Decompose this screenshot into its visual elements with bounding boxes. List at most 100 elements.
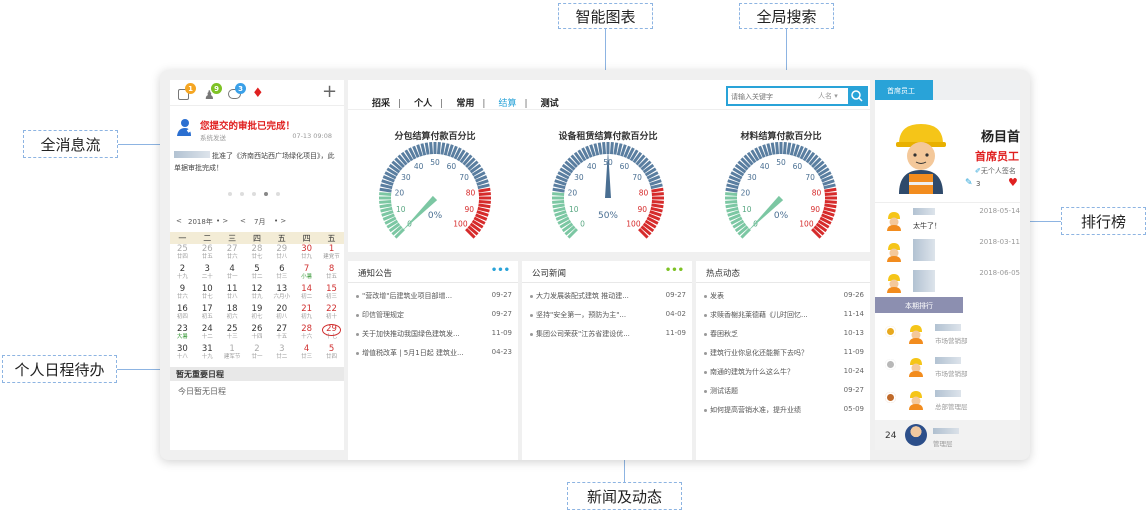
calendar-day[interactable]: 3 二十: [195, 264, 220, 284]
calendar-day[interactable]: 26 十四: [245, 324, 270, 344]
ranking-row[interactable]: 2018-05-14 太牛了！: [875, 205, 1020, 236]
add-icon[interactable]: +: [322, 81, 337, 102]
month-arrows[interactable]: • >: [274, 217, 286, 225]
calendar-day[interactable]: 17 初五: [195, 304, 220, 324]
calendar-day[interactable]: 29 廿八: [269, 244, 294, 264]
edit-icon[interactable]: ✎: [965, 178, 973, 188]
gauge-tick: [823, 206, 836, 213]
more-icon[interactable]: •••: [665, 265, 684, 276]
gauge-tick: [650, 206, 663, 213]
prev-year-button[interactable]: <: [176, 217, 182, 225]
ranking-row[interactable]: 2018-06-05: [875, 267, 1020, 298]
gauge-tick-label: 40: [760, 162, 770, 171]
calendar-day[interactable]: 6 廿三: [269, 264, 294, 284]
list-item[interactable]: 求赎香榭兆莱德藉《儿时回忆... 11-14: [696, 305, 870, 324]
list-item[interactable]: 大力发展装配式建筑 推动建... 09-27: [522, 286, 692, 305]
tab-chief-employee[interactable]: 首席员工: [875, 80, 933, 100]
list-item[interactable]: 南通的建筑为什么这么牛？ 10-24: [696, 362, 870, 381]
ranking-row[interactable]: 2018-03-11: [875, 236, 1020, 267]
gauge-tick: [553, 206, 566, 213]
calendar-day[interactable]: 29 十七: [319, 324, 344, 344]
hot-header: 热点动态: [696, 261, 870, 283]
hot-panel: 热点动态 发表 09-26 求赎香榭兆莱德藉《儿时回忆... 11-14 春困秋乏 10-…: [696, 261, 870, 460]
callout-message-flow: 全消息流: [23, 130, 118, 158]
calendar-day[interactable]: 25 廿四: [170, 244, 195, 264]
calendar-day[interactable]: 22 初十: [319, 304, 344, 324]
calendar-day[interactable]: 4 廿三: [294, 344, 319, 364]
gauges-svg: 01020304050607080901000%0102030405060708…: [379, 142, 837, 239]
list-item[interactable]: 春困秋乏 10-13: [696, 324, 870, 343]
calendar-day[interactable]: 3 廿二: [269, 344, 294, 364]
carousel-dots[interactable]: [228, 192, 288, 198]
list-item[interactable]: 增值税改革 | 5月1日起 建筑业... 04-23: [348, 343, 518, 362]
bell-icon[interactable]: ♦: [252, 86, 264, 101]
more-icon[interactable]: •••: [491, 265, 510, 276]
calendar-day[interactable]: 5 廿四: [319, 344, 344, 364]
calendar-day[interactable]: 23 大暑: [170, 324, 195, 344]
gauge-tick-label: 50: [430, 158, 440, 167]
calendar-day[interactable]: 30 十八: [170, 344, 195, 364]
calendar-day[interactable]: 10 廿七: [195, 284, 220, 304]
calendar-day[interactable]: 21 初九: [294, 304, 319, 324]
calendar-day[interactable]: 15 初三: [319, 284, 344, 304]
calendar-day[interactable]: 2 廿一: [245, 344, 270, 364]
year-arrows[interactable]: • >: [216, 217, 228, 225]
gauge-tick: [478, 203, 491, 209]
calendar-day[interactable]: 26 廿五: [195, 244, 220, 264]
period-row[interactable]: 市场营销部: [875, 351, 1020, 384]
calendar-day[interactable]: 27 廿六: [220, 244, 245, 264]
calendar-day[interactable]: 19 初七: [245, 304, 270, 324]
calendar-day[interactable]: 28 廿七: [245, 244, 270, 264]
heart-icon[interactable]: ♥: [1008, 176, 1018, 189]
list-item[interactable]: 如何提高营销水准，提升业绩 05-09: [696, 400, 870, 419]
calendar-day[interactable]: 4 廿一: [220, 264, 245, 284]
gauge-tick: [552, 187, 565, 193]
gauge-tick: [725, 192, 738, 197]
calendar-day[interactable]: 9 廿六: [170, 284, 195, 304]
calendar-day[interactable]: 12 廿九: [245, 284, 270, 304]
message-time: 07-13 09:08: [292, 132, 332, 140]
list-item[interactable]: 发表 09-26: [696, 286, 870, 305]
calendar-day[interactable]: 31 十九: [195, 344, 220, 364]
year-select[interactable]: 2018年: [188, 217, 213, 227]
calendar-day[interactable]: 27 十五: [269, 324, 294, 344]
gauge-tick: [824, 192, 837, 197]
calendar-day[interactable]: 7 小暑: [294, 264, 319, 284]
list-item[interactable]: 坚持"安全第一，预防为主"... 04-02: [522, 305, 692, 324]
gauge-tick: [726, 206, 739, 213]
period-row[interactable]: 市场营销部: [875, 318, 1020, 351]
message-card[interactable]: 您提交的审批已完成！ 系统发送 07-13 09:08 批准了《济南西站西广场绿…: [170, 108, 344, 198]
list-item[interactable]: 建筑行业你息化还能撕下去吗？ 11-09: [696, 343, 870, 362]
list-item[interactable]: 关于加快推动我国绿色建筑发... 11-09: [348, 324, 518, 343]
period-row[interactable]: 总部管理层: [875, 384, 1020, 417]
calendar-day[interactable]: 8 廿五: [319, 264, 344, 284]
calendar-day[interactable]: 5 廿二: [245, 264, 270, 284]
list-item[interactable]: 测试话题 09-27: [696, 381, 870, 400]
weekday-header: 二: [194, 232, 220, 244]
list-item[interactable]: 印信管理规定 09-27: [348, 305, 518, 324]
list-item[interactable]: 集团公司荣获"江苏省建设优... 11-09: [522, 324, 692, 343]
my-rank-row[interactable]: 24 管理层: [875, 420, 1020, 450]
calendar-day[interactable]: 28 十六: [294, 324, 319, 344]
calendar-day[interactable]: 24 十二: [195, 324, 220, 344]
calendar-day[interactable]: 30 廿九: [294, 244, 319, 264]
month-select[interactable]: 7月: [254, 217, 265, 227]
calendar-day[interactable]: 2 十九: [170, 264, 195, 284]
calendar-day[interactable]: 14 初二: [294, 284, 319, 304]
list-item[interactable]: "营改增"后建筑业项目部增... 09-27: [348, 286, 518, 305]
gauge-tick-label: 100: [799, 219, 814, 228]
calendar-day[interactable]: 1 建军节: [220, 344, 245, 364]
calendar-day[interactable]: 13 六月小: [269, 284, 294, 304]
calendar-day[interactable]: 20 初八: [269, 304, 294, 324]
gauge-tick-label: 70: [459, 173, 469, 182]
prev-month-button[interactable]: <: [240, 217, 246, 225]
calendar-day[interactable]: 25 十三: [220, 324, 245, 344]
gauge-tick: [443, 143, 450, 156]
period-tab[interactable]: 本期排行: [875, 297, 963, 313]
calendar-day[interactable]: 1 建党节: [319, 244, 344, 264]
gauge-tick: [379, 199, 392, 204]
calendar-day[interactable]: 16 初四: [170, 304, 195, 324]
calendar-day[interactable]: 11 廿八: [220, 284, 245, 304]
sender-name-blur: [174, 151, 210, 158]
calendar-day[interactable]: 18 初六: [220, 304, 245, 324]
